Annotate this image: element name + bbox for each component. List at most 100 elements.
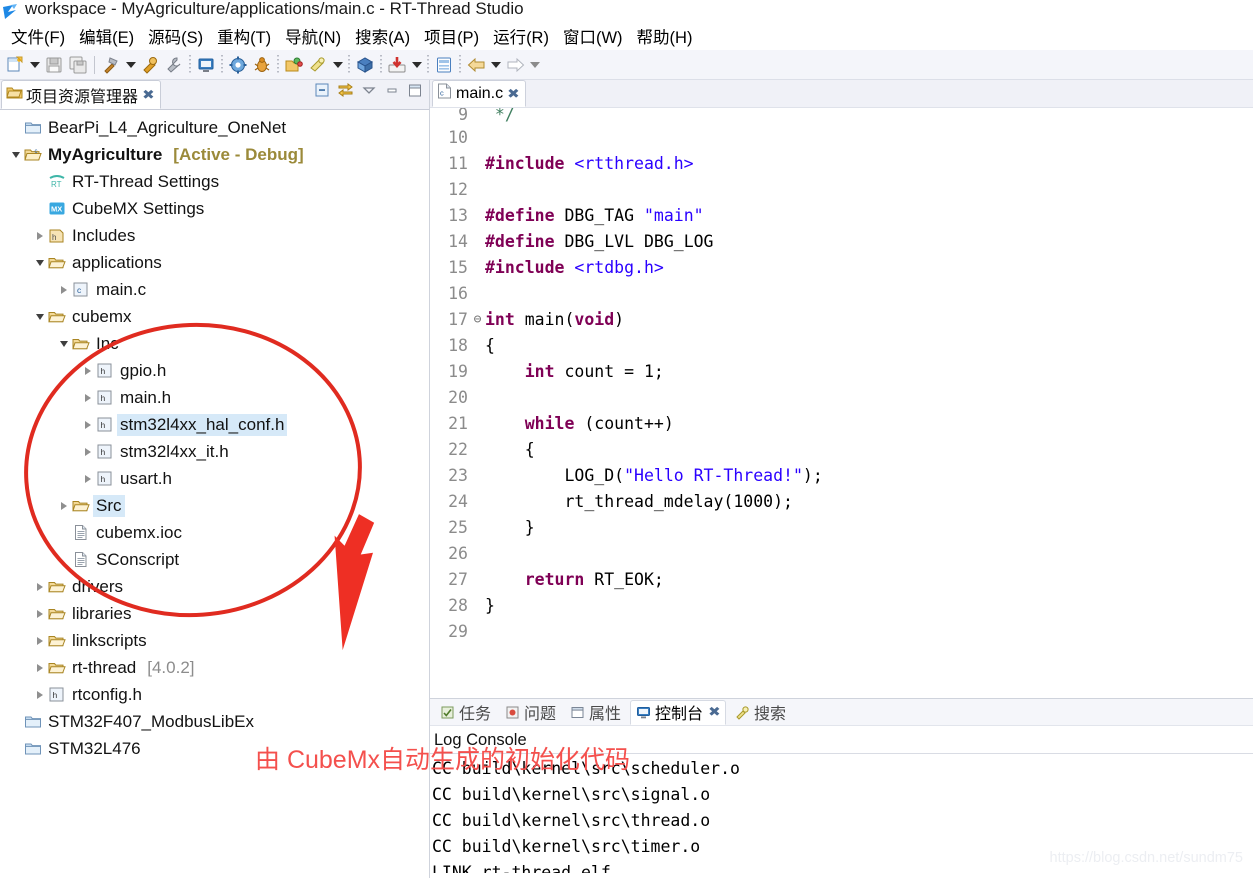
menu-project[interactable]: 项目(P) (417, 22, 486, 50)
download-dropdown-icon[interactable] (409, 53, 424, 77)
tree-item[interactable]: rt-thread [4.0.2] (0, 654, 429, 681)
new-file-icon[interactable] (3, 53, 27, 77)
chevron-right-icon[interactable] (56, 501, 71, 510)
tree-item[interactable]: h stm32l4xx_it.h (0, 438, 429, 465)
tree-item-label: Inc (96, 333, 119, 353)
chevron-down-icon[interactable] (32, 313, 47, 320)
tree-item[interactable]: linkscripts (0, 627, 429, 654)
close-icon[interactable]: ✖ (142, 87, 155, 103)
menu-help[interactable]: 帮助(H) (630, 22, 700, 50)
tree-item[interactable]: applications (0, 249, 429, 276)
chevron-right-icon[interactable] (32, 609, 47, 618)
menu-search[interactable]: 搜索(A) (348, 22, 417, 50)
menu-window[interactable]: 窗口(W) (556, 22, 630, 50)
menu-navigate[interactable]: 导航(N) (278, 22, 348, 50)
tree-item[interactable]: h gpio.h (0, 357, 429, 384)
flash-download-icon[interactable] (306, 53, 330, 77)
view-menu-icon[interactable] (361, 83, 377, 102)
chevron-right-icon[interactable] (32, 636, 47, 645)
toolbar-dot-separator (348, 54, 350, 75)
chevron-down-icon[interactable] (8, 151, 23, 158)
save-all-icon[interactable] (66, 53, 90, 77)
tab-problems[interactable]: 问题 (500, 698, 561, 726)
menu-edit[interactable]: 编辑(E) (72, 22, 141, 50)
tree-item[interactable]: cubemx.ioc (0, 519, 429, 546)
tree-item[interactable]: BearPi_L4_Agriculture_OneNet (0, 114, 429, 141)
chevron-right-icon[interactable] (80, 474, 95, 483)
menu-run[interactable]: 运行(R) (486, 22, 556, 50)
tree-item[interactable]: Inc (0, 330, 429, 357)
open-package-icon[interactable] (282, 53, 306, 77)
chevron-right-icon[interactable] (32, 663, 47, 672)
svg-text:h: h (52, 233, 56, 242)
tree-item[interactable]: SConscript (0, 546, 429, 573)
tab-search[interactable]: 搜索 (730, 698, 791, 726)
back-arrow-icon[interactable] (464, 53, 488, 77)
chevron-down-icon[interactable] (32, 259, 47, 266)
tab-console[interactable]: 控制台 ✖ (630, 699, 726, 725)
build-dropdown-icon[interactable] (123, 53, 138, 77)
clean-icon[interactable] (138, 53, 162, 77)
folder-icon (47, 658, 66, 677)
menu-source[interactable]: 源码(S) (141, 22, 210, 50)
minimize-view-icon[interactable] (384, 83, 400, 102)
save-icon[interactable] (42, 53, 66, 77)
build-hammer-icon[interactable] (99, 53, 123, 77)
maximize-view-icon[interactable] (407, 83, 423, 103)
settings-wrench-icon[interactable] (162, 53, 186, 77)
tree-item[interactable]: h usart.h (0, 465, 429, 492)
tree-item[interactable]: h rtconfig.h (0, 681, 429, 708)
tree-item[interactable]: cubemx (0, 303, 429, 330)
chevron-down-icon[interactable] (56, 340, 71, 347)
new-file-dropdown-icon[interactable] (27, 53, 42, 77)
toolbar-dot-separator (221, 54, 223, 75)
chevron-right-icon[interactable] (32, 231, 47, 240)
close-icon[interactable]: ✖ (507, 86, 520, 102)
chevron-right-icon[interactable] (32, 582, 47, 591)
chevron-right-icon[interactable] (56, 285, 71, 294)
forward-dropdown-icon[interactable] (527, 53, 542, 77)
tree-item[interactable]: drivers (0, 573, 429, 600)
debug-bug-icon[interactable] (250, 53, 274, 77)
collapse-all-icon[interactable] (314, 82, 330, 103)
close-icon[interactable]: ✖ (708, 704, 721, 720)
chevron-right-icon[interactable] (32, 690, 47, 699)
code-editor[interactable]: 9 */ 10 11 #include <rtthread.h> 12 13 #define… (430, 108, 1253, 698)
tree-item[interactable]: h main.h (0, 384, 429, 411)
terminal-icon[interactable] (194, 53, 218, 77)
code-line: 27 return RT_EOK; (430, 566, 1253, 592)
toolbar-separator (94, 55, 95, 74)
download-red-icon[interactable] (385, 53, 409, 77)
tree-item[interactable]: c MyAgriculture [Active - Debug] (0, 141, 429, 168)
tree-item[interactable]: STM32F407_ModbusLibEx (0, 708, 429, 735)
tasks-icon (440, 705, 455, 720)
tree-item[interactable]: h stm32l4xx_hal_conf.h (0, 411, 429, 438)
doc-file-icon (71, 550, 90, 569)
resource-center-icon[interactable] (432, 53, 456, 77)
menu-refactor[interactable]: 重构(T) (210, 22, 278, 50)
tab-properties[interactable]: 属性 (565, 698, 626, 726)
run-config-icon[interactable] (226, 53, 250, 77)
tree-item-build-config: [Active - Debug] (173, 144, 304, 164)
tab-project-explorer[interactable]: 项目资源管理器 ✖ (1, 80, 161, 109)
chevron-right-icon[interactable] (80, 420, 95, 429)
chevron-right-icon[interactable] (80, 366, 95, 375)
tab-tasks[interactable]: 任务 (435, 698, 496, 726)
back-dropdown-icon[interactable] (488, 53, 503, 77)
forward-arrow-icon[interactable] (503, 53, 527, 77)
code-text: { (485, 439, 535, 459)
sdk-manager-icon[interactable] (353, 53, 377, 77)
fold-collapse-icon[interactable]: ⊖ (472, 312, 483, 327)
tree-item[interactable]: RT RT-Thread Settings (0, 168, 429, 195)
link-with-editor-icon[interactable] (337, 82, 354, 103)
chevron-right-icon[interactable] (80, 393, 95, 402)
chevron-right-icon[interactable] (80, 447, 95, 456)
tree-item[interactable]: MX CubeMX Settings (0, 195, 429, 222)
tree-item[interactable]: h Includes (0, 222, 429, 249)
tree-item[interactable]: Src (0, 492, 429, 519)
menu-file[interactable]: 文件(F) (4, 22, 72, 50)
tree-item[interactable]: libraries (0, 600, 429, 627)
tab-main-c[interactable]: c main.c ✖ (432, 80, 527, 107)
tree-item[interactable]: c main.c (0, 276, 429, 303)
flash-dropdown-icon[interactable] (330, 53, 345, 77)
